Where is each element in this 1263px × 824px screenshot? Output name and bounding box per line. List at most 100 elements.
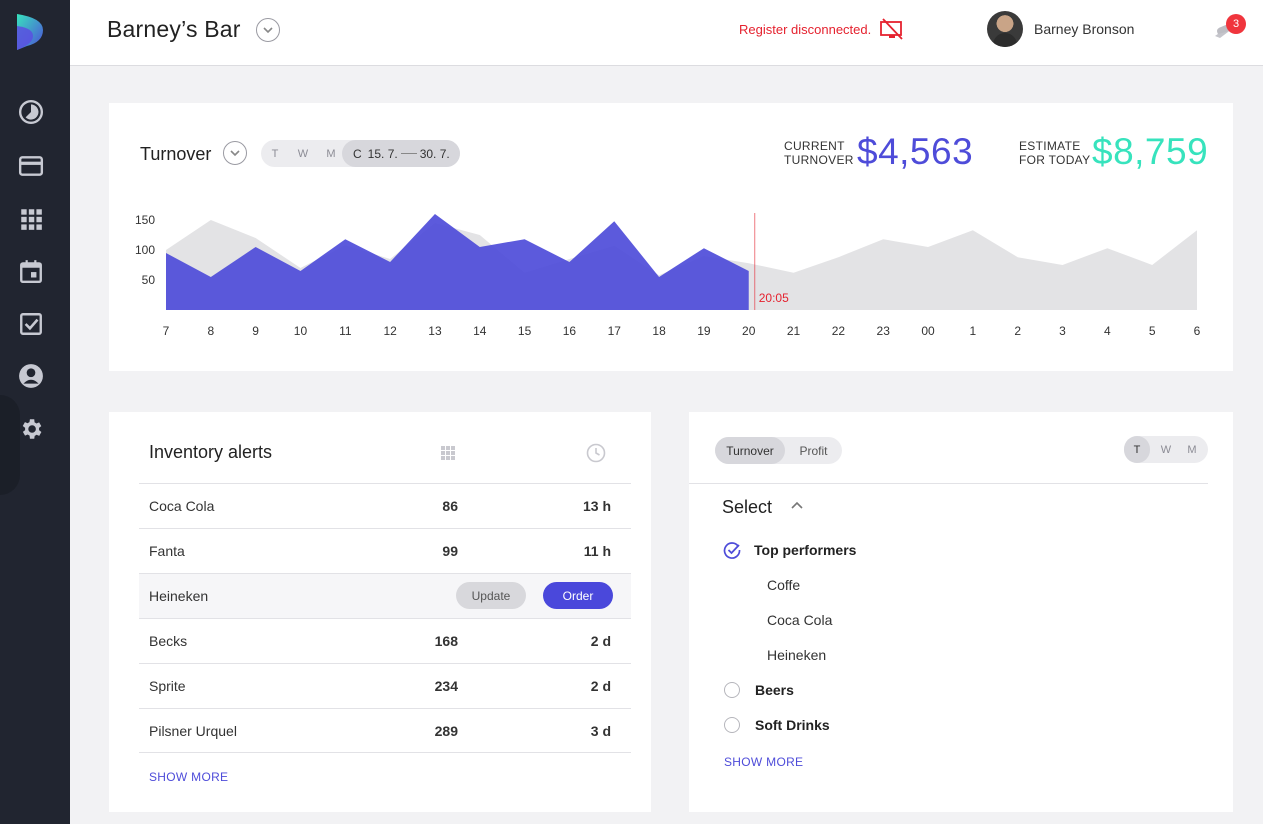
- x-tick-label: 2: [1014, 324, 1021, 338]
- x-tick-label: 18: [652, 324, 666, 338]
- inventory-row[interactable]: Coca Cola 86 13 h: [139, 483, 631, 528]
- item-qty: 289: [434, 723, 458, 739]
- toggle-turnover[interactable]: Turnover: [715, 437, 785, 464]
- update-button[interactable]: Update: [456, 582, 526, 609]
- x-tick-label: 22: [832, 324, 846, 338]
- inventory-show-more-link[interactable]: SHOW MORE: [149, 770, 228, 784]
- inventory-row[interactable]: Pilsner Urquel 289 3 d: [139, 708, 631, 753]
- sub-item[interactable]: Heineken: [767, 647, 826, 663]
- grid-icon[interactable]: [440, 445, 456, 461]
- x-tick-label: 5: [1149, 324, 1156, 338]
- inventory-card: Inventory alerts Coca Cola 86 13 h Fanta…: [109, 412, 651, 812]
- item-time: 11 h: [583, 543, 611, 559]
- x-tick-label: 1: [970, 324, 977, 338]
- radio-button[interactable]: [724, 682, 740, 698]
- x-tick-label: 7: [163, 324, 170, 338]
- inventory-title: Inventory alerts: [149, 442, 273, 462]
- x-tick-label: 16: [563, 324, 577, 338]
- option-beers[interactable]: Beers: [724, 682, 794, 698]
- sub-item[interactable]: Coca Cola: [767, 612, 832, 628]
- item-time: 3 d: [590, 723, 611, 739]
- item-time: 2 d: [590, 633, 611, 649]
- grid-icon: [21, 209, 42, 230]
- account-icon: [19, 364, 43, 388]
- x-tick-label: 23: [877, 324, 891, 338]
- x-tick-label: 10: [294, 324, 308, 338]
- checkbox-icon: [20, 313, 42, 335]
- divider: [689, 483, 1208, 484]
- nav-calendar[interactable]: [17, 257, 45, 285]
- register-status: Register disconnected.: [739, 22, 872, 37]
- x-tick-label: 4: [1104, 324, 1111, 338]
- chart-now-label: 20:05: [759, 291, 789, 305]
- x-tick-label: 17: [608, 324, 622, 338]
- radio-button[interactable]: [724, 717, 740, 733]
- calendar-icon: [20, 260, 42, 284]
- item-qty: 99: [442, 543, 458, 559]
- option-top-performers[interactable]: Top performers: [723, 541, 856, 559]
- inventory-row[interactable]: Becks 168 2 d: [139, 618, 631, 663]
- item-name: Sprite: [149, 678, 186, 694]
- register-disconnected-icon: [880, 18, 903, 40]
- check-circle-icon: [723, 542, 741, 559]
- nav-account[interactable]: [17, 362, 45, 390]
- header: Barney’s Bar Register disconnected. Barn…: [70, 0, 1263, 66]
- period-selector: T W M: [1124, 436, 1208, 463]
- inventory-row[interactable]: Fanta 99 11 h: [139, 528, 631, 573]
- option-label: Top performers: [754, 542, 857, 558]
- item-name: Fanta: [149, 543, 185, 559]
- period-month[interactable]: M: [1179, 436, 1205, 463]
- card-icon: [18, 156, 44, 176]
- x-tick-label: 21: [787, 324, 801, 338]
- x-tick-label: 9: [252, 324, 259, 338]
- item-time: 13 h: [582, 498, 611, 514]
- period-today[interactable]: T: [1124, 436, 1150, 463]
- item-time: 2 d: [590, 678, 611, 694]
- x-tick-label: 14: [473, 324, 487, 338]
- logo-icon[interactable]: [15, 12, 47, 52]
- option-label: Soft Drinks: [755, 717, 830, 733]
- avatar[interactable]: [987, 11, 1023, 47]
- selector-card: Turnover Profit T W M Select Top perform…: [689, 412, 1233, 812]
- x-tick-label: 19: [697, 324, 711, 338]
- item-name: Heineken: [149, 588, 209, 604]
- item-name: Pilsner Urquel: [149, 723, 237, 739]
- nav-dashboard[interactable]: [17, 98, 45, 126]
- period-week[interactable]: W: [1153, 436, 1179, 463]
- nav-payments[interactable]: [17, 152, 45, 180]
- item-name: Coca Cola: [149, 498, 215, 514]
- item-qty: 168: [434, 633, 458, 649]
- clock-icon[interactable]: [586, 443, 606, 463]
- nav-settings[interactable]: [17, 415, 45, 443]
- turnover-chart: 20:05501001507 8 9 10 11 12 13 14 15 16 17 18 19 20 21…: [135, 213, 1201, 338]
- y-tick-label: 150: [135, 213, 155, 227]
- selector-show-more-link[interactable]: SHOW MORE: [724, 755, 803, 769]
- order-button[interactable]: Order: [543, 582, 613, 609]
- chart-area-actual: [166, 214, 749, 310]
- x-tick-label: 8: [207, 324, 214, 338]
- sidebar-arc: [0, 395, 20, 495]
- sub-item[interactable]: Coffe: [767, 577, 800, 593]
- dashboard-icon: [18, 99, 44, 125]
- x-tick-label: 20: [742, 324, 756, 338]
- nav-apps[interactable]: [17, 205, 45, 233]
- x-tick-label: 6: [1194, 324, 1201, 338]
- toggle-profit[interactable]: Profit: [785, 437, 842, 464]
- nav-tasks[interactable]: [17, 310, 45, 338]
- item-qty: 86: [442, 498, 458, 514]
- option-soft-drinks[interactable]: Soft Drinks: [724, 717, 830, 733]
- user-name[interactable]: Barney Bronson: [1034, 21, 1134, 37]
- chevron-up-icon[interactable]: [790, 499, 804, 513]
- x-tick-label: 00: [921, 324, 935, 338]
- x-tick-label: 11: [339, 324, 352, 338]
- inventory-row[interactable]: Sprite 234 2 d: [139, 663, 631, 708]
- venue-dropdown-button[interactable]: [256, 18, 280, 42]
- turnover-card: Turnover T W M C 15. 7. 30. 7. CURRENT T…: [109, 103, 1233, 371]
- y-tick-label: 50: [142, 273, 156, 287]
- notification-badge[interactable]: 3: [1226, 14, 1246, 34]
- venue-title: Barney’s Bar: [107, 16, 241, 42]
- select-title: Select: [722, 497, 773, 517]
- inventory-row-hovered[interactable]: Heineken Update Order: [139, 573, 631, 618]
- option-label: Beers: [755, 682, 794, 698]
- chevron-down-icon: [263, 27, 273, 34]
